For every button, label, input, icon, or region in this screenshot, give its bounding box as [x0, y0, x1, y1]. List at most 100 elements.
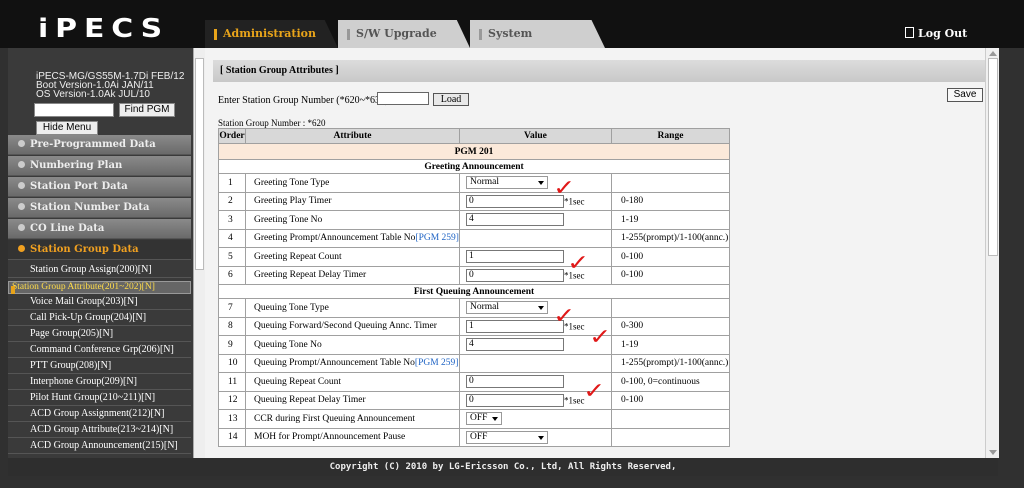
- unit-label: *1sec: [563, 395, 585, 406]
- value-dropdown[interactable]: OFF: [465, 412, 502, 426]
- attribute-cell: Queuing Repeat Delay Timer: [245, 390, 460, 410]
- sub-acd-group-announcement[interactable]: ACD Group Announcement(215)[N]: [8, 438, 191, 454]
- find-pgm-button[interactable]: Find PGM: [119, 103, 175, 117]
- attribute-label: Queuing Repeat Delay Timer: [254, 395, 366, 406]
- attribute-cell: Greeting Repeat Delay Timer: [245, 265, 460, 285]
- scrollbar-thumb[interactable]: [195, 58, 204, 270]
- menu-station-group-data[interactable]: Station Group Data: [8, 240, 191, 260]
- attributes-table: Order Attribute Value Range PGM 201 Greet…: [218, 128, 731, 447]
- section-title: First Queuing Announcement: [218, 284, 730, 299]
- chevron-down-icon: [537, 181, 544, 186]
- section-row: First Queuing Announcement: [218, 284, 730, 299]
- value-input[interactable]: 0: [465, 268, 564, 282]
- scroll-up-icon[interactable]: [989, 51, 997, 56]
- table-row: 12 Queuing Repeat Delay Timer 0 *1sec 0-100: [218, 390, 731, 410]
- menu-numbering-plan[interactable]: Numbering Plan: [8, 156, 191, 176]
- value-input[interactable]: 0: [465, 194, 564, 208]
- table-row: 3 Greeting Tone No 4 1-19: [218, 210, 731, 230]
- table-row: 2 Greeting Play Timer 0 *1sec 0-180: [218, 191, 731, 211]
- sidebar-scrollbar[interactable]: [193, 48, 205, 458]
- table-row: 4 Greeting Prompt/Announcement Table No[P…: [218, 228, 731, 248]
- pgm-title: PGM 201: [218, 143, 730, 160]
- logout-icon: [905, 27, 914, 38]
- sub-ptt-group[interactable]: PTT Group(208)[N]: [8, 358, 191, 374]
- bullet-icon: [18, 140, 25, 147]
- copyright-footer: Copyright (C) 2010 by LG-Ericsson Co., L…: [8, 458, 998, 476]
- sub-page-group[interactable]: Page Group(205)[N]: [8, 326, 191, 342]
- scroll-down-icon[interactable]: [989, 450, 997, 455]
- sub-call-pickup-group[interactable]: Call Pick-Up Group(204)[N]: [8, 310, 191, 326]
- value-input[interactable]: 1: [465, 319, 564, 333]
- chevron-down-icon: [537, 435, 544, 440]
- order-cell: 12: [218, 390, 246, 410]
- value-input[interactable]: 4: [465, 213, 564, 227]
- value-input[interactable]: 0: [465, 393, 564, 407]
- attribute-cell: Queuing Tone No: [245, 335, 460, 355]
- chevron-down-icon: [491, 417, 498, 422]
- save-button[interactable]: Save: [947, 88, 983, 102]
- sub-acd-group-attribute[interactable]: ACD Group Attribute(213~214)[N]: [8, 422, 191, 438]
- value-dropdown[interactable]: OFF: [465, 430, 548, 444]
- logout-label: Log Out: [918, 27, 968, 40]
- os-version: OS Version-1.0Ak JUL/10: [36, 89, 150, 100]
- sub-command-conference-grp[interactable]: Command Conference Grp(206)[N]: [8, 342, 191, 358]
- dropdown-value: OFF: [469, 431, 488, 442]
- range-cell: 0-100: [610, 390, 731, 410]
- tab-sw-upgrade[interactable]: S/W Upgrade: [338, 20, 470, 48]
- value-input[interactable]: 0: [465, 375, 564, 389]
- pgm-search-input[interactable]: [34, 103, 114, 117]
- attribute-label: CCR during First Queuing Announcement: [254, 413, 415, 424]
- value-dropdown[interactable]: Normal: [465, 176, 548, 190]
- value-dropdown[interactable]: Normal: [465, 301, 548, 315]
- value-cell: OFF: [458, 427, 612, 447]
- menu-station-number-data[interactable]: Station Number Data: [8, 198, 191, 218]
- sub-station-group-attribute[interactable]: Station Group Attribute(201~202)[N]: [8, 280, 191, 294]
- pgm-link[interactable]: [PGM 259]: [415, 233, 459, 243]
- order-cell: 2: [218, 191, 246, 211]
- attribute-cell: Greeting Prompt/Announcement Table No[PG…: [245, 228, 460, 248]
- logout-link[interactable]: Log Out: [905, 27, 967, 40]
- checkmark-annotation: ✓: [589, 325, 612, 350]
- bullet-icon: [18, 224, 25, 231]
- table-row: 5 Greeting Repeat Count 1 0-100: [218, 247, 731, 267]
- sub-voice-mail-group[interactable]: Voice Mail Group(203)[N]: [8, 294, 191, 310]
- sub-pilot-hunt-group[interactable]: Pilot Hunt Group(210~211)[N]: [8, 390, 191, 406]
- sub-acd-group-assignment[interactable]: ACD Group Assignment(212)[N]: [8, 406, 191, 422]
- attribute-cell: MOH for Prompt/Announcement Pause: [245, 427, 460, 447]
- menu-co-line-data[interactable]: CO Line Data: [8, 219, 191, 239]
- attribute-label: Queuing Prompt/Announcement Table No: [254, 358, 415, 369]
- pgm-link[interactable]: [PGM 259]: [415, 358, 459, 368]
- attribute-label: Greeting Repeat Delay Timer: [254, 270, 367, 281]
- sub-station-group-assign[interactable]: Station Group Assign(200)[N]: [8, 262, 191, 278]
- menu-station-port-data[interactable]: Station Port Data: [8, 177, 191, 197]
- order-cell: 13: [218, 409, 246, 429]
- sub-interphone-group[interactable]: Interphone Group(209)[N]: [8, 374, 191, 390]
- menu-pre-programmed-data[interactable]: Pre-Programmed Data: [8, 135, 191, 155]
- range-cell: [610, 427, 731, 447]
- attribute-label: Greeting Tone No: [254, 214, 323, 225]
- bullet-icon: [18, 245, 25, 252]
- tab-administration[interactable]: Administration: [205, 20, 338, 48]
- main-scrollbar[interactable]: [985, 48, 999, 458]
- value-input[interactable]: 1: [465, 250, 564, 264]
- table-row: 8 Queuing Forward/Second Queuing Annc. Ti…: [218, 316, 731, 336]
- load-button[interactable]: Load: [433, 93, 469, 106]
- group-number-input[interactable]: [377, 92, 429, 105]
- hide-menu-button[interactable]: Hide Menu: [36, 121, 98, 135]
- attribute-label: Greeting Tone Type: [254, 177, 330, 188]
- table-row: 6 Greeting Repeat Delay Timer 0 *1sec 0-100: [218, 265, 731, 285]
- sidebar: iPECS-MG/GS55M-1.7Di FEB/12 Boot Version…: [8, 48, 205, 458]
- range-cell: 1-19: [610, 335, 731, 355]
- tab-system-management[interactable]: System Management: [470, 20, 605, 48]
- checkmark-annotation: ✓: [567, 251, 590, 276]
- order-cell: 6: [218, 265, 246, 285]
- chevron-down-icon: [537, 306, 544, 311]
- range-cell: 1-255(prompt)/1-100(annc.): [610, 228, 731, 248]
- scrollbar-thumb[interactable]: [988, 58, 998, 256]
- order-cell: 8: [218, 316, 246, 336]
- value-input[interactable]: 4: [465, 338, 564, 352]
- attribute-cell: Queuing Forward/Second Queuing Annc. Tim…: [245, 316, 460, 336]
- table-row: 14 MOH for Prompt/Announcement Pause OFF: [218, 427, 731, 447]
- table-row: 1 Greeting Tone Type Normal: [218, 173, 731, 193]
- attribute-label: MOH for Prompt/Announcement Pause: [254, 432, 406, 443]
